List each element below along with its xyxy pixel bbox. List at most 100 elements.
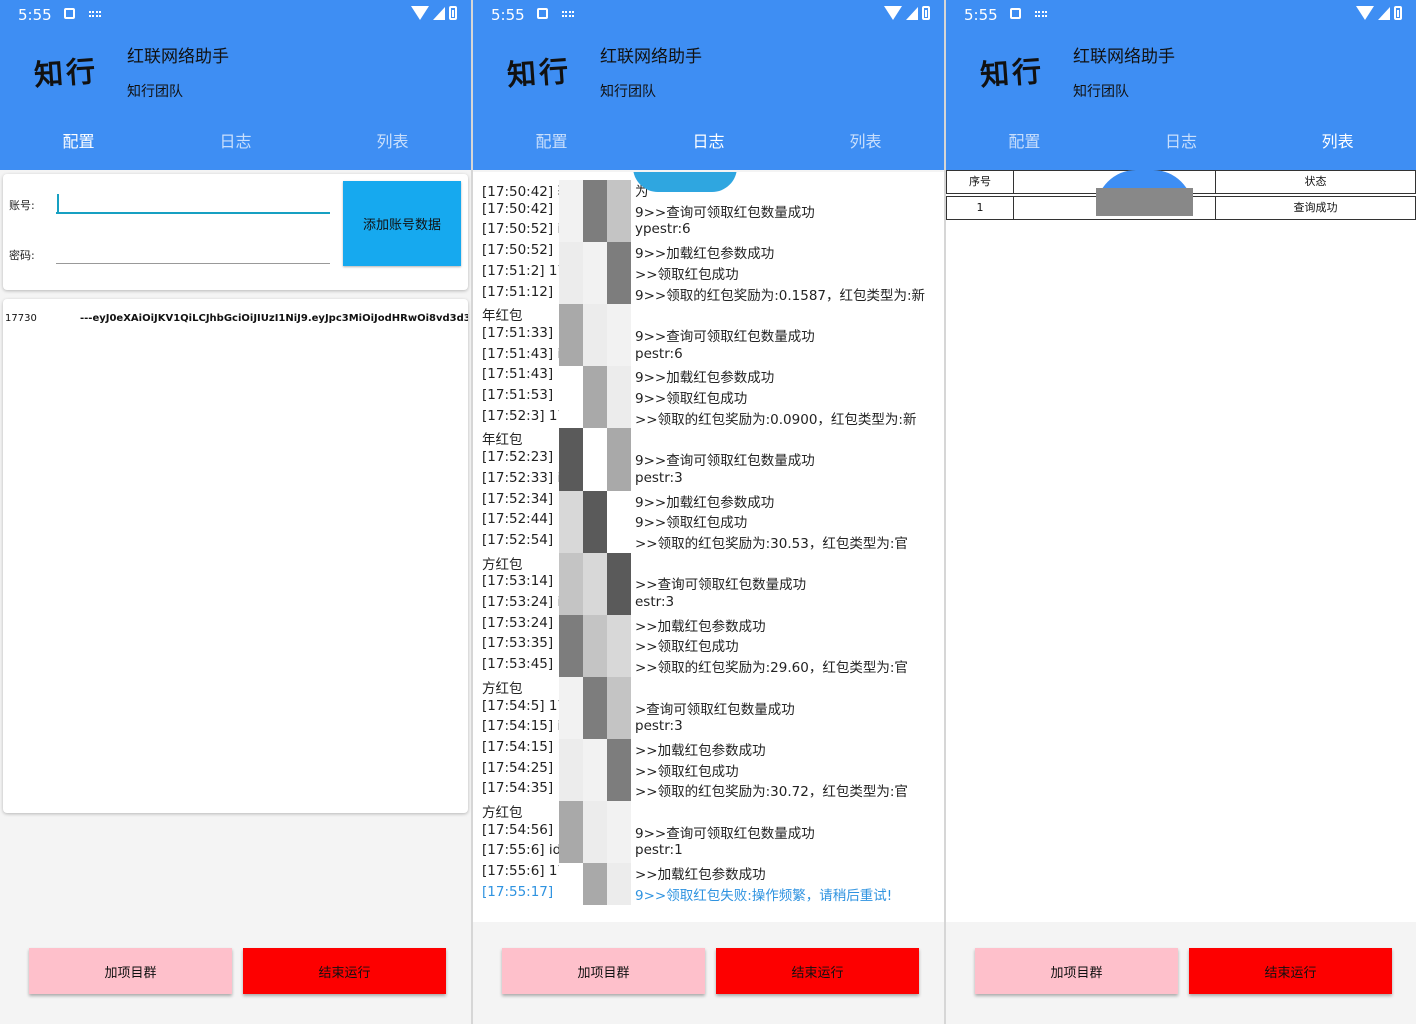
log-line-right: estr:3 xyxy=(635,594,675,610)
privacy-mask-block xyxy=(559,490,583,512)
privacy-mask-block xyxy=(607,821,631,843)
privacy-mask-block xyxy=(583,552,607,574)
tab-log[interactable]: 日志 xyxy=(1103,120,1260,168)
privacy-mask-block xyxy=(583,780,607,802)
privacy-mask-block xyxy=(607,366,631,388)
join-group-button[interactable]: 加项目群 xyxy=(975,948,1178,994)
account-input[interactable] xyxy=(56,190,330,214)
status-bar: 5:55 xyxy=(473,0,944,30)
log-line-left: [17:52:23] 1 xyxy=(482,449,567,466)
privacy-mask-block xyxy=(583,594,607,615)
log-line-right: 9>>查询可领取红包数量成功 xyxy=(635,204,815,221)
privacy-mask-block xyxy=(607,511,631,533)
privacy-mask-block xyxy=(559,283,583,305)
status-icons xyxy=(1356,6,1402,20)
wifi-icon xyxy=(411,6,429,20)
privacy-mask-block xyxy=(559,304,583,326)
privacy-mask-block xyxy=(583,759,607,781)
privacy-mask-block xyxy=(583,449,607,471)
privacy-mask-block xyxy=(559,801,583,822)
log-line-right: 9>>领取红包成功 xyxy=(635,515,748,532)
log-line-right: 9>>查询可领取红包数量成功 xyxy=(635,825,815,842)
stop-run-button[interactable]: 结束运行 xyxy=(716,948,919,994)
add-account-button[interactable]: 添加账号数据 xyxy=(343,181,461,266)
privacy-mask-block xyxy=(559,407,583,429)
tab-bar: 配置 日志 列表 xyxy=(0,120,471,168)
privacy-mask-block xyxy=(607,180,631,201)
status-icons xyxy=(411,6,457,20)
log-line-left: 方红包 xyxy=(482,556,523,573)
privacy-mask-block xyxy=(559,842,583,864)
join-group-button[interactable]: 加项目群 xyxy=(502,948,705,994)
privacy-mask-block xyxy=(559,594,583,615)
stop-run-button[interactable]: 结束运行 xyxy=(243,948,446,994)
privacy-mask-block xyxy=(583,469,607,491)
status-time: 5:55 xyxy=(18,6,52,24)
status-bar: 5:55 xyxy=(0,0,471,30)
privacy-mask-block xyxy=(607,200,631,222)
privacy-mask-block xyxy=(559,221,583,243)
log-line-right: pestr:3 xyxy=(635,469,683,486)
privacy-mask-block xyxy=(559,449,583,471)
privacy-mask-block xyxy=(583,345,607,367)
log-line-right: >>领取的红包奖励为:30.53，红包类型为:官 xyxy=(635,535,908,552)
privacy-mask-block xyxy=(559,200,583,222)
stop-run-button[interactable]: 结束运行 xyxy=(1189,948,1392,994)
app-title: 红联网络助手 xyxy=(600,47,702,67)
privacy-mask-block xyxy=(583,718,607,740)
table-cell-index: 1 xyxy=(946,196,1014,220)
app-team: 知行团队 xyxy=(1073,84,1129,100)
privacy-mask-block xyxy=(559,780,583,802)
app-header: 5:55 知行 红联网络助手 知行团队 配置 日志 列表 xyxy=(946,0,1416,170)
log-line-right: 9>>领取红包失败:操作频繁，请稍后重试! xyxy=(635,887,893,904)
privacy-mask-block xyxy=(583,656,607,678)
log-line-right: ypestr:6 xyxy=(635,221,691,238)
privacy-mask-block xyxy=(583,304,607,326)
privacy-mask-block xyxy=(583,262,607,284)
privacy-mask-block xyxy=(607,449,631,471)
privacy-mask xyxy=(633,172,737,192)
account-token: ---eyJ0eXAiOiJKV1QiLCJhbGciOiJIUzI1NiJ9.… xyxy=(80,313,468,324)
privacy-mask xyxy=(39,299,79,333)
tab-log[interactable]: 日志 xyxy=(630,120,787,168)
join-group-button[interactable]: 加项目群 xyxy=(29,948,232,994)
log-line-left: [17:50:42] 获 xyxy=(482,184,571,200)
tab-config[interactable]: 配置 xyxy=(473,120,630,168)
privacy-mask-block xyxy=(559,428,583,450)
privacy-mask-block xyxy=(583,531,607,553)
privacy-mask-block xyxy=(583,614,607,636)
tab-config[interactable]: 配置 xyxy=(946,120,1103,168)
app-header: 5:55 知行 红联网络助手 知行团队 配置 日志 列表 xyxy=(473,0,944,170)
privacy-mask-block xyxy=(607,345,631,367)
bottom-button-row: 加项目群 结束运行 xyxy=(473,948,944,996)
tab-bar: 配置 日志 列表 xyxy=(946,120,1416,168)
privacy-mask-block xyxy=(583,283,607,305)
privacy-mask-block xyxy=(607,676,631,698)
tab-list[interactable]: 列表 xyxy=(787,120,944,168)
tab-list[interactable]: 列表 xyxy=(1259,120,1416,168)
app-logo: 知行 xyxy=(506,53,573,93)
app-header: 5:55 知行 红联网络助手 知行团队 配置 日志 列表 xyxy=(0,0,471,170)
log-line-right: >>领取红包成功 xyxy=(635,266,739,283)
log-view[interactable]: [17:50:42] 获为 [17:50:42] 1 9>>查询可领取红包数量成功[… xyxy=(473,172,944,922)
tab-config[interactable]: 配置 xyxy=(0,120,157,168)
log-line-left: [17:51:43] 1 xyxy=(482,366,567,383)
privacy-mask-block xyxy=(607,614,631,636)
privacy-mask-block xyxy=(607,573,631,595)
tab-list[interactable]: 列表 xyxy=(314,120,471,168)
log-line-right: 9>>加载红包参数成功 xyxy=(635,246,775,263)
tab-bar: 配置 日志 列表 xyxy=(473,120,944,168)
app-title: 红联网络助手 xyxy=(127,47,229,67)
log-line-right: >>加载红包参数成功 xyxy=(635,618,766,635)
log-line-right: >>加载红包参数成功 xyxy=(635,867,766,884)
privacy-mask-block xyxy=(607,883,631,905)
log-line-left: [17:51:43] ic xyxy=(482,345,569,362)
status-table: 序号 状态 1 177 查询成功 xyxy=(946,170,1416,922)
tab-log[interactable]: 日志 xyxy=(157,120,314,168)
battery-icon xyxy=(922,6,930,20)
privacy-mask-block xyxy=(583,842,607,864)
password-input[interactable] xyxy=(56,240,330,264)
log-line-left: [17:51:53] 1 xyxy=(482,387,567,403)
notification-a-icon xyxy=(537,8,548,19)
privacy-mask-block xyxy=(583,511,607,533)
